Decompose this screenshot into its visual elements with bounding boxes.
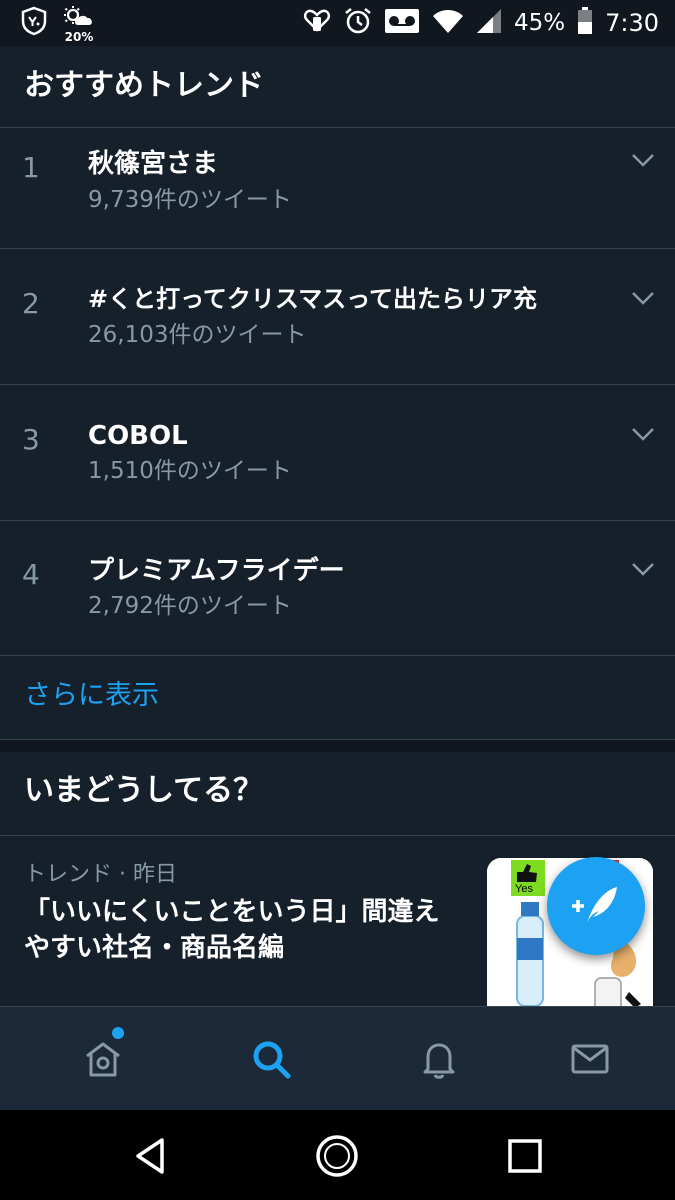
tab-notifications[interactable] [354, 1007, 522, 1111]
recents-icon[interactable] [503, 1134, 547, 1178]
search-icon [253, 1041, 291, 1079]
news-title: 「いいにくいことをいう日」間違えやすい社名・商品名編 [24, 897, 440, 963]
trend-name: COBOL [88, 421, 188, 451]
trend-rank: 1 [22, 151, 40, 184]
notification-dot [112, 1027, 124, 1039]
trend-tweet-count: 26,103件のツイート [88, 322, 307, 348]
battery-icon [577, 7, 593, 39]
trend-tweet-count: 2,792件のツイート [88, 593, 292, 619]
news-meta: トレンド · 昨日 [24, 862, 177, 887]
bottom-tab-bar [0, 1006, 675, 1110]
trends-header: おすすめトレンド [0, 46, 675, 128]
trend-tweet-count: 1,510件のツイート [88, 458, 292, 484]
home-icon [86, 1042, 120, 1077]
trend-item[interactable]: 4 プレミアムフライデー 2,792件のツイート [0, 520, 675, 656]
section-title: おすすめトレンド [24, 68, 264, 103]
cell-signal-icon [476, 8, 502, 38]
bell-icon [423, 1043, 455, 1079]
weather-sun-cloud-icon [62, 6, 96, 30]
trend-name: プレミアムフライデー [88, 556, 345, 586]
heart-phone-icon [302, 6, 332, 40]
compose-tweet-icon [572, 887, 617, 923]
home-circle-icon[interactable] [315, 1134, 359, 1178]
chevron-down-icon[interactable] [631, 153, 655, 167]
trend-item[interactable]: 2 #くと打ってクリスマスって出たらリア充 26,103件のツイート [0, 249, 675, 385]
chevron-down-icon[interactable] [631, 562, 655, 576]
battery-percent: 45% [513, 10, 566, 36]
section-title: いまどうしてる？ [24, 773, 264, 808]
thumb-yes-label: Yes [515, 883, 533, 895]
trend-item[interactable]: 1 秋篠宮さま 9,739件のツイート [0, 129, 675, 249]
trend-tweet-count: 9,739件のツイート [88, 187, 292, 213]
wifi-icon [432, 8, 464, 38]
weather-widget: 20% [62, 6, 96, 43]
trend-name: #くと打ってクリスマスって出たらリア充 [88, 285, 537, 313]
trend-name: 秋篠宮さま [88, 149, 219, 179]
chevron-down-icon[interactable] [631, 291, 655, 305]
weather-precip-percent: 20% [64, 30, 94, 44]
trend-rank: 2 [22, 287, 40, 320]
clock-time: 7:30 [605, 9, 659, 37]
tab-home[interactable] [18, 1007, 186, 1111]
voicemail-icon [384, 8, 420, 38]
whats-happening-header: いまどうしてる？ [0, 752, 675, 836]
tab-search[interactable] [186, 1007, 354, 1111]
show-more-link[interactable]: さらに表示 [24, 678, 159, 714]
system-nav-bar [0, 1110, 675, 1200]
compose-tweet-button[interactable] [547, 857, 645, 955]
section-divider [0, 740, 675, 752]
yahoo-shield-icon [20, 6, 48, 40]
back-icon[interactable] [130, 1134, 174, 1178]
trend-rank: 3 [22, 423, 40, 456]
status-bar: 20% 45% 7:30 [0, 0, 675, 46]
tab-messages[interactable] [505, 1007, 673, 1111]
trend-rank: 4 [22, 558, 40, 591]
alarm-clock-icon [344, 7, 372, 39]
trend-item[interactable]: 3 COBOL 1,510件のツイート [0, 385, 675, 521]
chevron-down-icon[interactable] [631, 427, 655, 441]
mail-icon [571, 1044, 609, 1074]
show-more-row[interactable]: さらに表示 [0, 656, 675, 740]
